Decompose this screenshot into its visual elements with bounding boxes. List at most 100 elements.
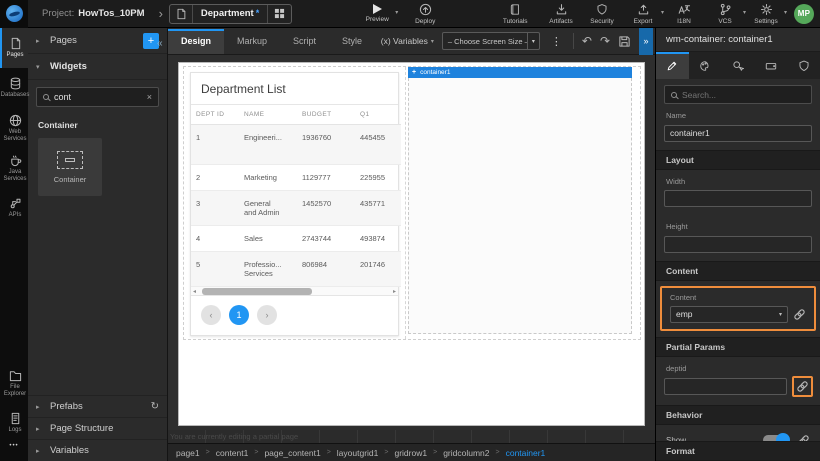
- rail-item-java-services[interactable]: Java Services: [0, 148, 28, 188]
- design-canvas[interactable]: Department List DEPT ID NAME BUDGET Q1: [168, 55, 655, 430]
- screen-size-select[interactable]: – Choose Screen Size – ▾: [442, 32, 540, 50]
- chevron-down-icon[interactable]: ▾: [743, 9, 746, 16]
- chevron-down-icon[interactable]: ▾: [784, 9, 787, 16]
- selected-container-widget[interactable]: + container1: [408, 67, 632, 334]
- grid-view-icon[interactable]: [267, 5, 291, 23]
- horizontal-scrollbar[interactable]: ◂ ▸: [191, 287, 398, 296]
- page-structure-section-header[interactable]: ▸ Page Structure: [28, 417, 167, 439]
- grid-column-1[interactable]: Department List DEPT ID NAME BUDGET Q1: [184, 67, 406, 339]
- name-field-input[interactable]: [664, 125, 812, 142]
- variables-dropdown[interactable]: (x) Variables ▾: [381, 36, 434, 46]
- deploy-button[interactable]: Deploy: [408, 0, 442, 28]
- col-header-deptid[interactable]: DEPT ID: [191, 105, 239, 125]
- grid-column-2[interactable]: + container1: [406, 67, 640, 339]
- tutorials-button[interactable]: Tutorials: [498, 0, 532, 28]
- col-header-name[interactable]: NAME: [239, 105, 297, 125]
- rail-item-logs[interactable]: Logs: [0, 403, 28, 443]
- refresh-icon[interactable]: ↻: [151, 401, 159, 412]
- breadcrumb-layoutgrid1[interactable]: layoutgrid1: [337, 448, 379, 458]
- rail-item-apis[interactable]: APIs: [0, 188, 28, 228]
- tab-device[interactable]: [754, 52, 787, 79]
- i18n-button[interactable]: I18N: [667, 0, 701, 28]
- export-button[interactable]: Export ▾: [626, 0, 660, 28]
- scroll-left-icon[interactable]: ◂: [191, 288, 198, 295]
- layout-grid-row[interactable]: Department List DEPT ID NAME BUDGET Q1: [183, 66, 641, 340]
- tab-events[interactable]: [722, 52, 755, 79]
- redo-button[interactable]: ↷: [600, 35, 610, 47]
- rail-item-databases[interactable]: Databases: [0, 68, 28, 108]
- rail-item-file-explorer[interactable]: File Explorer: [0, 363, 28, 403]
- layout-section-header[interactable]: Layout: [656, 150, 820, 170]
- col-header-budget[interactable]: BUDGET: [297, 105, 355, 125]
- bind-content-link-icon[interactable]: [793, 308, 806, 321]
- security-button[interactable]: Security: [585, 0, 619, 28]
- container-widget-tile[interactable]: Container: [38, 138, 102, 196]
- vcs-button[interactable]: VCS ▾: [708, 0, 742, 28]
- breadcrumb-gridcolumn2[interactable]: gridcolumn2: [443, 448, 489, 458]
- deptid-field-input[interactable]: [664, 378, 787, 395]
- widgets-section-header[interactable]: ▾ Widgets: [28, 54, 167, 80]
- table-row[interactable]: 3 General and Admin 1452570 435771: [191, 191, 401, 226]
- selected-widget-header[interactable]: + container1: [408, 67, 632, 78]
- content-select[interactable]: emp ▾: [670, 306, 788, 323]
- breadcrumb-container1[interactable]: container1: [506, 448, 546, 458]
- preview-button[interactable]: Preview ▾: [360, 0, 394, 28]
- tab-properties[interactable]: [656, 52, 689, 79]
- expand-right-panel-icon[interactable]: »: [639, 28, 653, 55]
- prev-page-button[interactable]: ‹: [201, 305, 221, 325]
- next-page-button[interactable]: ›: [257, 305, 277, 325]
- properties-search[interactable]: [664, 85, 812, 104]
- tab-design[interactable]: Design: [168, 29, 224, 54]
- artifacts-button[interactable]: Artifacts: [544, 0, 578, 28]
- prefabs-section-header[interactable]: ▸ Prefabs ↻: [28, 395, 167, 417]
- height-field-input[interactable]: [664, 236, 812, 253]
- container-drop-area[interactable]: [408, 78, 632, 334]
- wavemaker-logo[interactable]: [0, 0, 28, 28]
- variables-section-header[interactable]: ▸ Variables: [28, 439, 167, 461]
- table-row[interactable]: 4 Sales 2743744 493874: [191, 226, 401, 252]
- move-icon[interactable]: +: [412, 69, 416, 76]
- width-field-input[interactable]: [664, 190, 812, 207]
- partial-params-section-header[interactable]: Partial Params: [656, 337, 820, 357]
- more-options-icon[interactable]: •••: [0, 443, 28, 461]
- tab-script[interactable]: Script: [280, 29, 329, 54]
- properties-search-input[interactable]: [682, 90, 805, 100]
- col-header-q1[interactable]: Q1: [355, 105, 401, 125]
- format-section-header[interactable]: Format: [656, 441, 820, 461]
- breadcrumb-gridrow1[interactable]: gridrow1: [394, 448, 427, 458]
- tab-markup[interactable]: Markup: [224, 29, 280, 54]
- department-list-card[interactable]: Department List DEPT ID NAME BUDGET Q1: [190, 72, 399, 336]
- settings-button[interactable]: Settings ▾: [749, 0, 783, 28]
- scrollbar-track[interactable]: [198, 288, 391, 295]
- content-section-header[interactable]: Content: [656, 261, 820, 281]
- table-row[interactable]: 5 Professio... Services 806984 201746: [191, 252, 401, 287]
- widget-search-input[interactable]: [54, 92, 142, 102]
- behavior-section-header[interactable]: Behavior: [656, 405, 820, 425]
- department-table[interactable]: DEPT ID NAME BUDGET Q1 1 Engineeri...: [191, 105, 401, 287]
- rail-item-web-services[interactable]: Web Services: [0, 108, 28, 148]
- breadcrumb-page-content1[interactable]: page_content1: [264, 448, 320, 458]
- current-page-button[interactable]: 1: [229, 305, 249, 325]
- clear-search-icon[interactable]: ×: [147, 92, 152, 102]
- tab-styles[interactable]: [689, 52, 722, 79]
- page-selector[interactable]: Department *: [169, 4, 292, 24]
- chevron-down-icon[interactable]: ▾: [395, 9, 398, 16]
- bind-deptid-link-icon[interactable]: [796, 380, 809, 393]
- table-row[interactable]: 1 Engineeri... 1936760 445455: [191, 125, 401, 165]
- widget-search[interactable]: ×: [36, 87, 159, 107]
- breadcrumb-page1[interactable]: page1: [176, 448, 200, 458]
- collapse-left-panel-icon[interactable]: «: [157, 38, 163, 49]
- pages-section-header[interactable]: ▸ Pages +: [28, 28, 167, 54]
- breadcrumb-content1[interactable]: content1: [216, 448, 249, 458]
- canvas-page[interactable]: Department List DEPT ID NAME BUDGET Q1: [178, 62, 645, 426]
- table-row[interactable]: 2 Marketing 1129777 225955: [191, 165, 401, 191]
- rail-item-pages[interactable]: Pages: [0, 28, 28, 68]
- chevron-down-icon[interactable]: ▾: [661, 9, 664, 16]
- tab-style[interactable]: Style: [329, 29, 375, 54]
- tab-security[interactable]: [787, 52, 820, 79]
- kebab-menu-icon[interactable]: ⋮: [548, 35, 565, 48]
- scroll-right-icon[interactable]: ▸: [391, 288, 398, 295]
- scrollbar-thumb[interactable]: [202, 288, 312, 295]
- save-button[interactable]: [618, 35, 631, 48]
- undo-button[interactable]: ↶: [582, 35, 592, 47]
